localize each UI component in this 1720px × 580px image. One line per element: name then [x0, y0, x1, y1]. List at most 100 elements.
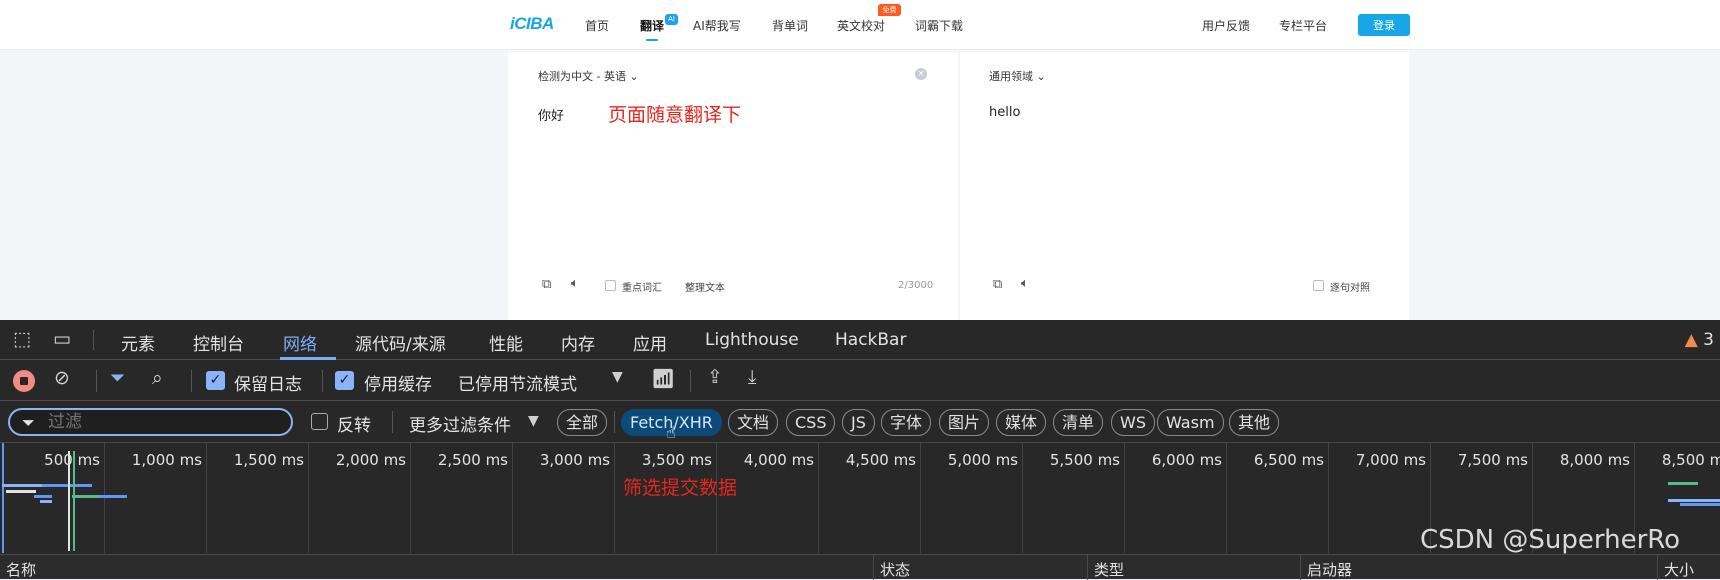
chip-all[interactable]: 全部 — [557, 409, 608, 436]
tab-elements[interactable]: 元素 — [121, 330, 155, 355]
inspect-element-icon[interactable]: ⬚ — [13, 328, 31, 350]
timeline-gridline — [512, 443, 513, 553]
timeline-gridline — [206, 443, 207, 553]
chip-js[interactable]: JS — [842, 409, 875, 436]
source-text[interactable]: 你好 — [538, 105, 564, 124]
timeline-gridline — [920, 443, 921, 553]
nav-active-underline — [646, 39, 658, 41]
timeline-tick-label: 5,000 ms — [947, 451, 1018, 469]
chip-media[interactable]: 媒体 — [996, 409, 1047, 436]
tab-application[interactable]: 应用 — [633, 330, 667, 355]
timeline-tick-label: 8,000 ms — [1559, 451, 1630, 469]
filter-icon[interactable]: ⏷ — [110, 367, 125, 389]
chip-document[interactable]: 文档 — [728, 409, 779, 436]
key-vocab-checkbox[interactable] — [605, 280, 616, 291]
column-name[interactable]: 名称 — [6, 559, 36, 580]
login-button[interactable]: 登录 — [1358, 14, 1410, 36]
timeline-gridline — [308, 443, 309, 553]
timeline-tick-label: 3,500 ms — [641, 451, 712, 469]
column-status[interactable]: 状态 — [880, 559, 910, 580]
annotation-filter-submit: 筛选提交数据 — [623, 477, 738, 499]
chip-wasm[interactable]: Wasm — [1157, 409, 1224, 436]
disable-cache-checkbox[interactable]: ✓ — [335, 371, 354, 390]
warning-counter[interactable]: ▲ 3 — [1685, 330, 1714, 350]
timeline-tick-label: 8,500 ms — [1661, 451, 1720, 469]
tab-hackbar[interactable]: HackBar — [835, 330, 906, 350]
mouse-cursor-icon: ☝︎ — [666, 423, 676, 442]
tab-sources[interactable]: 源代码/来源 — [355, 330, 446, 355]
nav-ai-write[interactable]: AI帮我写 — [693, 17, 741, 34]
waterfall-bar — [1680, 503, 1720, 506]
language-select[interactable]: 检测为中文 - 英语 ⌄ — [538, 68, 639, 84]
import-har-icon[interactable]: ⇪ — [707, 366, 723, 388]
column-size[interactable]: 大小 — [1664, 559, 1694, 580]
chip-font[interactable]: 字体 — [881, 409, 932, 436]
preserve-log-checkbox[interactable]: ✓ — [206, 371, 225, 390]
nav-download[interactable]: 词霸下载 — [915, 17, 963, 34]
source-panel: 检测为中文 - 英语 ⌄ × 你好 页面随意翻译下 ⧉ 🔈︎ 重点词汇 整理文本… — [508, 52, 958, 320]
export-har-icon[interactable]: ⤓ — [748, 366, 756, 388]
nav-home[interactable]: 首页 — [585, 17, 609, 34]
waterfall-bar — [1668, 482, 1698, 485]
network-toolbar: ⊘ ⏷ ⌕ ✓ 保留日志 ✓ 停用缓存 已停用节流模式 ▼ 📶︎ ⇪ ⤓ — [0, 360, 1720, 401]
copy-icon[interactable]: ⧉ — [993, 277, 1002, 292]
throttling-select[interactable]: 已停用节流模式 — [458, 370, 577, 395]
top-navigation: iCIBA 首页 翻译 AI AI帮我写 背单词 英文校对 免费 词霸下载 用户… — [0, 0, 1720, 50]
timeline-gridline — [818, 443, 819, 553]
chip-css[interactable]: CSS — [786, 409, 836, 436]
tab-performance[interactable]: 性能 — [489, 330, 523, 355]
network-conditions-icon[interactable]: 📶︎ — [651, 367, 675, 390]
tab-console[interactable]: 控制台 — [193, 330, 244, 355]
sentence-compare-checkbox[interactable] — [1313, 280, 1324, 291]
nav-feedback[interactable]: 用户反馈 — [1202, 17, 1250, 34]
search-icon[interactable]: ⌕ — [152, 367, 163, 389]
invert-checkbox[interactable] — [311, 413, 328, 430]
copy-icon[interactable]: ⧉ — [542, 277, 551, 292]
nav-proofreading[interactable]: 英文校对 — [837, 17, 885, 34]
timeline-tick-label: 500 ms — [44, 451, 100, 469]
nav-column-platform[interactable]: 专栏平台 — [1279, 17, 1327, 34]
stop-recording-button[interactable] — [13, 370, 35, 392]
column-initiator[interactable]: 启动器 — [1307, 559, 1352, 580]
column-type[interactable]: 类型 — [1094, 559, 1124, 580]
timeline-gridline — [1226, 443, 1227, 553]
column-separator — [1657, 555, 1658, 580]
more-filters-dropdown[interactable]: 更多过滤条件 — [409, 411, 511, 436]
tab-network[interactable]: 网络 — [283, 330, 317, 355]
organize-text-button[interactable]: 整理文本 — [685, 279, 725, 294]
waterfall-bar — [34, 495, 52, 498]
chip-manifest[interactable]: 清单 — [1053, 409, 1104, 436]
dropdown-arrow-icon[interactable]: ▼ — [528, 413, 539, 429]
timeline-tick-label: 2,500 ms — [437, 451, 508, 469]
nav-translate[interactable]: 翻译 — [640, 17, 664, 34]
chip-other[interactable]: 其他 — [1229, 409, 1280, 436]
tab-lighthouse[interactable]: Lighthouse — [705, 330, 799, 350]
speaker-icon[interactable]: 🔈︎ — [571, 276, 579, 291]
domain-select[interactable]: 通用领域 ⌄ — [989, 68, 1046, 84]
load-marker — [73, 451, 75, 551]
ai-badge: AI — [665, 14, 678, 25]
clear-icon[interactable]: ⊘ — [54, 367, 70, 389]
filter-input[interactable] — [8, 408, 293, 436]
dropdown-arrow-icon[interactable]: ▼ — [612, 369, 623, 385]
speaker-icon[interactable]: 🔈︎ — [1021, 276, 1029, 291]
preserve-log-label: 保留日志 — [234, 375, 302, 395]
column-separator — [1300, 555, 1301, 580]
timeline-tick-label: 4,000 ms — [743, 451, 814, 469]
iciba-logo[interactable]: iCIBA — [510, 14, 554, 34]
timeline-tick-label: 5,500 ms — [1049, 451, 1120, 469]
network-overview-timeline[interactable]: 500 ms 1,000 ms 1,500 ms 2,000 ms 2,500 ms 3,… — [0, 443, 1720, 580]
timeline-tick-label: 7,500 ms — [1457, 451, 1528, 469]
tab-memory[interactable]: 内存 — [561, 330, 595, 355]
browser-page: iCIBA 首页 翻译 AI AI帮我写 背单词 英文校对 免费 词霸下载 用户… — [0, 0, 1720, 320]
timeline-tick-label: 1,000 ms — [131, 451, 202, 469]
device-toolbar-icon[interactable]: ▭ — [53, 328, 71, 350]
waterfall-bar — [2, 484, 42, 487]
chip-ws[interactable]: WS — [1111, 409, 1155, 436]
clear-icon[interactable]: × — [915, 68, 927, 80]
timeline-tick-label: 7,000 ms — [1355, 451, 1426, 469]
nav-vocabulary[interactable]: 背单词 — [772, 17, 808, 34]
chip-image[interactable]: 图片 — [939, 409, 990, 436]
warning-icon: ▲ — [1684, 330, 1698, 350]
timeline-tick-label: 1,500 ms — [233, 451, 304, 469]
